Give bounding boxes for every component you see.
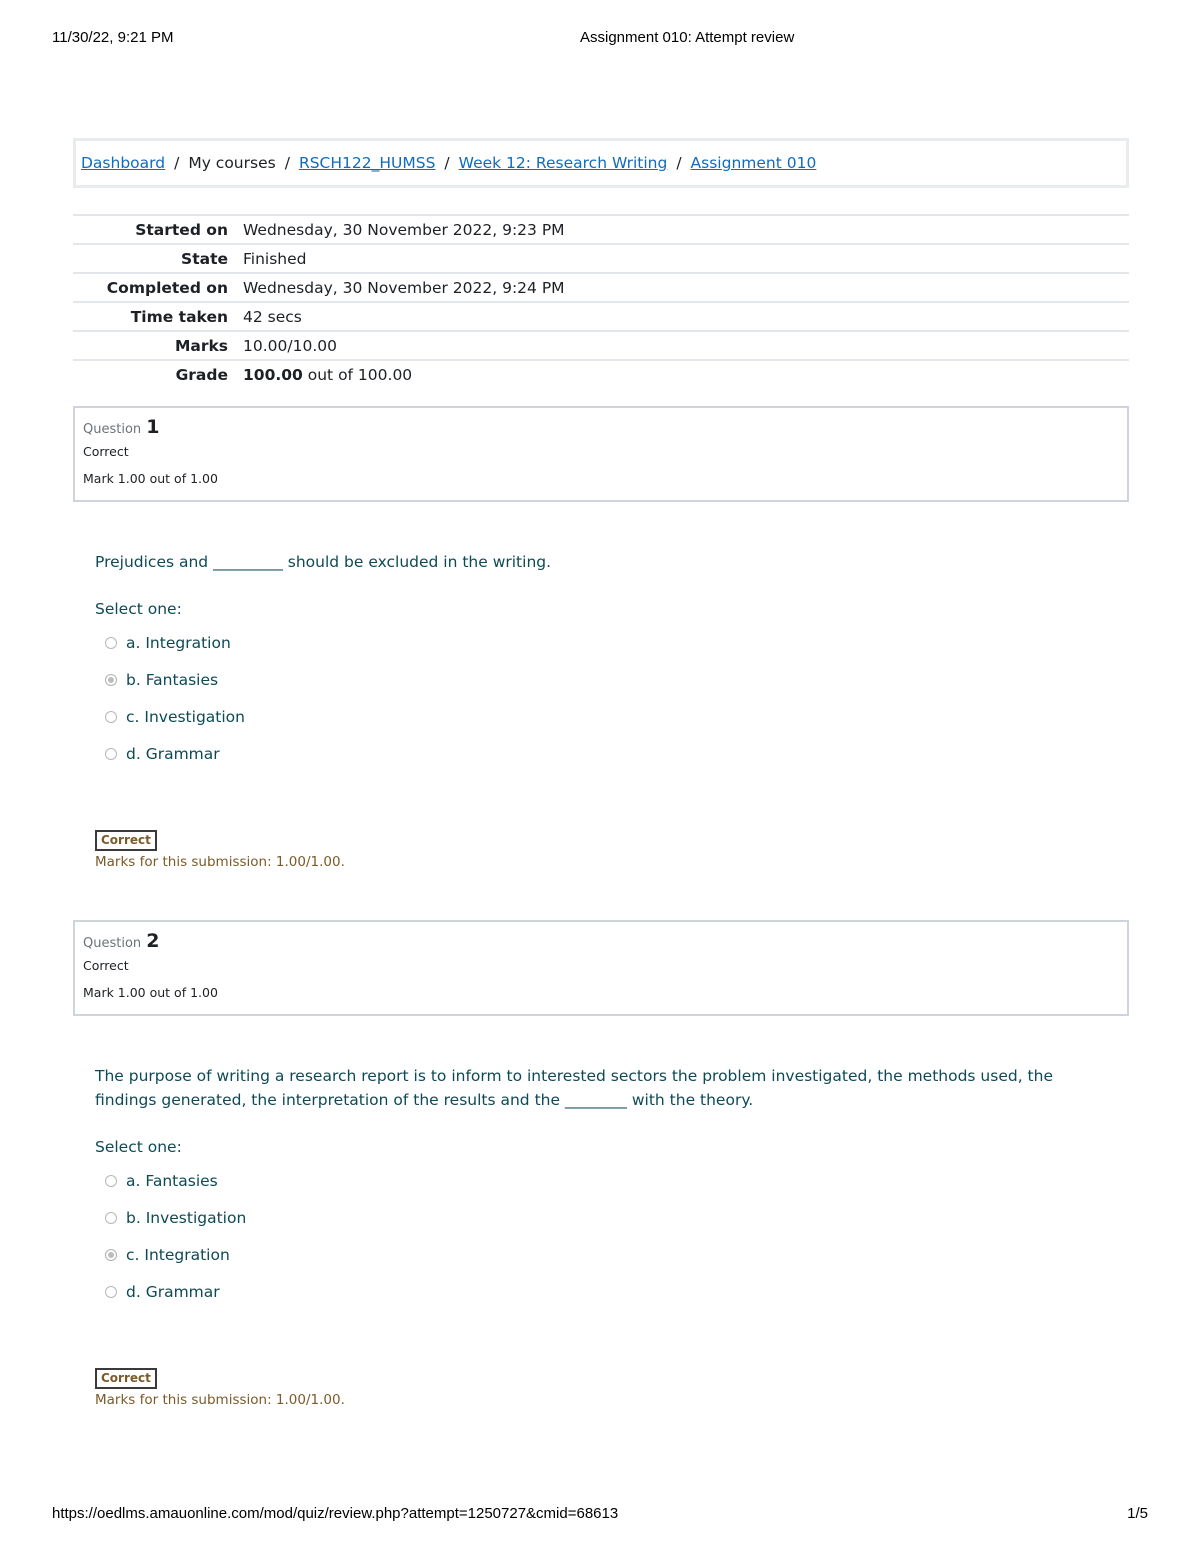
summary-row-completed-on: Completed on Wednesday, 30 November 2022… — [73, 273, 1129, 302]
question-2: Question 2 Correct Mark 1.00 out of 1.00… — [73, 920, 1129, 1408]
radio-button-checked[interactable] — [105, 673, 117, 686]
summary-label: Started on — [135, 220, 228, 239]
correct-badge: Correct — [95, 830, 157, 851]
print-datetime: 11/30/22, 9:21 PM — [52, 29, 174, 46]
radio-button[interactable] — [105, 1285, 117, 1298]
breadcrumb-separator: / — [676, 154, 682, 172]
summary-row-time-taken: Time taken 42 secs — [73, 302, 1129, 331]
answer-option-d[interactable]: d. Grammar — [95, 1273, 1129, 1310]
summary-label: Completed on — [106, 278, 228, 297]
correct-badge: Correct — [95, 1368, 157, 1389]
breadcrumb-my-courses: My courses — [188, 154, 276, 172]
breadcrumb-course[interactable]: RSCH122_HUMSS — [299, 154, 435, 172]
summary-label: Time taken — [130, 307, 228, 326]
print-page-number: 1/5 — [1127, 1505, 1148, 1522]
summary-row-grade: Grade 100.00 out of 100.00 — [73, 360, 1129, 388]
breadcrumb: Dashboard / My courses / RSCH122_HUMSS /… — [73, 138, 1129, 188]
question-state: Correct — [83, 444, 129, 459]
question-label: Question — [83, 422, 142, 437]
summary-label: Grade — [175, 365, 228, 384]
summary-row-state: State Finished — [73, 244, 1129, 273]
option-label: d. Grammar — [126, 1282, 220, 1301]
question-content: Prejudices and _________ should be exclu… — [73, 550, 1129, 870]
radio-button[interactable] — [105, 636, 117, 649]
answer-option-c[interactable]: c. Integration — [95, 1236, 1129, 1273]
option-label: d. Grammar — [126, 744, 220, 763]
option-label: a. Fantasies — [126, 1171, 218, 1190]
question-info: Question 2 Correct Mark 1.00 out of 1.00 — [73, 920, 1129, 1016]
submission-marks: Marks for this submission: 1.00/1.00. — [95, 854, 345, 870]
radio-button[interactable] — [105, 1211, 117, 1224]
question-content: The purpose of writing a research report… — [73, 1064, 1129, 1408]
question-feedback: Correct Marks for this submission: 1.00/… — [95, 1368, 1129, 1408]
print-page-title: Assignment 010: Attempt review — [580, 29, 795, 46]
question-mark: Mark 1.00 out of 1.00 — [83, 471, 218, 486]
grade-score: 100.00 — [243, 365, 303, 384]
option-label: b. Investigation — [126, 1208, 247, 1227]
answer-option-a[interactable]: a. Integration — [95, 624, 1129, 661]
radio-button[interactable] — [105, 710, 117, 723]
question-feedback: Correct Marks for this submission: 1.00/… — [95, 830, 1129, 870]
summary-value: 10.00/10.00 — [243, 336, 337, 355]
summary-value: Finished — [243, 249, 307, 268]
summary-value: 100.00 out of 100.00 — [243, 360, 1129, 388]
question-number: 1 — [146, 416, 160, 438]
question-mark: Mark 1.00 out of 1.00 — [83, 985, 218, 1000]
radio-button[interactable] — [105, 1174, 117, 1187]
answer-options: a. Integration b. Fantasies c. Investiga… — [95, 624, 1129, 772]
option-label: a. Integration — [126, 633, 231, 652]
page-content: Dashboard / My courses / RSCH122_HUMSS /… — [73, 138, 1129, 1408]
radio-button[interactable] — [105, 747, 117, 760]
breadcrumb-dashboard[interactable]: Dashboard — [81, 154, 165, 172]
question-number: 2 — [146, 930, 160, 952]
question-label: Question — [83, 936, 142, 951]
option-label: b. Fantasies — [126, 670, 219, 689]
breadcrumb-assignment[interactable]: Assignment 010 — [691, 154, 817, 172]
question-state: Correct — [83, 958, 129, 973]
answer-option-b[interactable]: b. Investigation — [95, 1199, 1129, 1236]
attempt-summary-table: Started on Wednesday, 30 November 2022, … — [73, 214, 1129, 388]
question-text: The purpose of writing a research report… — [95, 1067, 1053, 1109]
breadcrumb-week[interactable]: Week 12: Research Writing — [459, 154, 668, 172]
summary-value: Wednesday, 30 November 2022, 9:23 PM — [243, 220, 565, 239]
answer-option-c[interactable]: c. Investigation — [95, 698, 1129, 735]
question-text: Prejudices and _________ should be exclu… — [95, 553, 552, 571]
answer-options: a. Fantasies b. Investigation c. Integra… — [95, 1162, 1129, 1310]
breadcrumb-separator: / — [284, 154, 290, 172]
select-one-prompt: Select one: — [95, 600, 182, 618]
radio-button-checked[interactable] — [105, 1248, 117, 1261]
question-info: Question 1 Correct Mark 1.00 out of 1.00 — [73, 406, 1129, 502]
breadcrumb-separator: / — [174, 154, 180, 172]
print-url: https://oedlms.amauonline.com/mod/quiz/r… — [52, 1505, 619, 1522]
summary-row-started-on: Started on Wednesday, 30 November 2022, … — [73, 215, 1129, 244]
summary-row-marks: Marks 10.00/10.00 — [73, 331, 1129, 360]
submission-marks: Marks for this submission: 1.00/1.00. — [95, 1392, 345, 1408]
grade-out-of: out of 100.00 — [302, 365, 413, 384]
answer-option-b[interactable]: b. Fantasies — [95, 661, 1129, 698]
answer-option-a[interactable]: a. Fantasies — [95, 1162, 1129, 1199]
option-label: c. Integration — [126, 1245, 230, 1264]
summary-value: 42 secs — [243, 307, 302, 326]
breadcrumb-separator: / — [444, 154, 450, 172]
summary-label: Marks — [174, 336, 228, 355]
summary-label: State — [181, 249, 228, 268]
summary-value: Wednesday, 30 November 2022, 9:24 PM — [243, 278, 565, 297]
question-1: Question 1 Correct Mark 1.00 out of 1.00… — [73, 406, 1129, 870]
select-one-prompt: Select one: — [95, 1138, 182, 1156]
answer-option-d[interactable]: d. Grammar — [95, 735, 1129, 772]
option-label: c. Investigation — [126, 707, 245, 726]
